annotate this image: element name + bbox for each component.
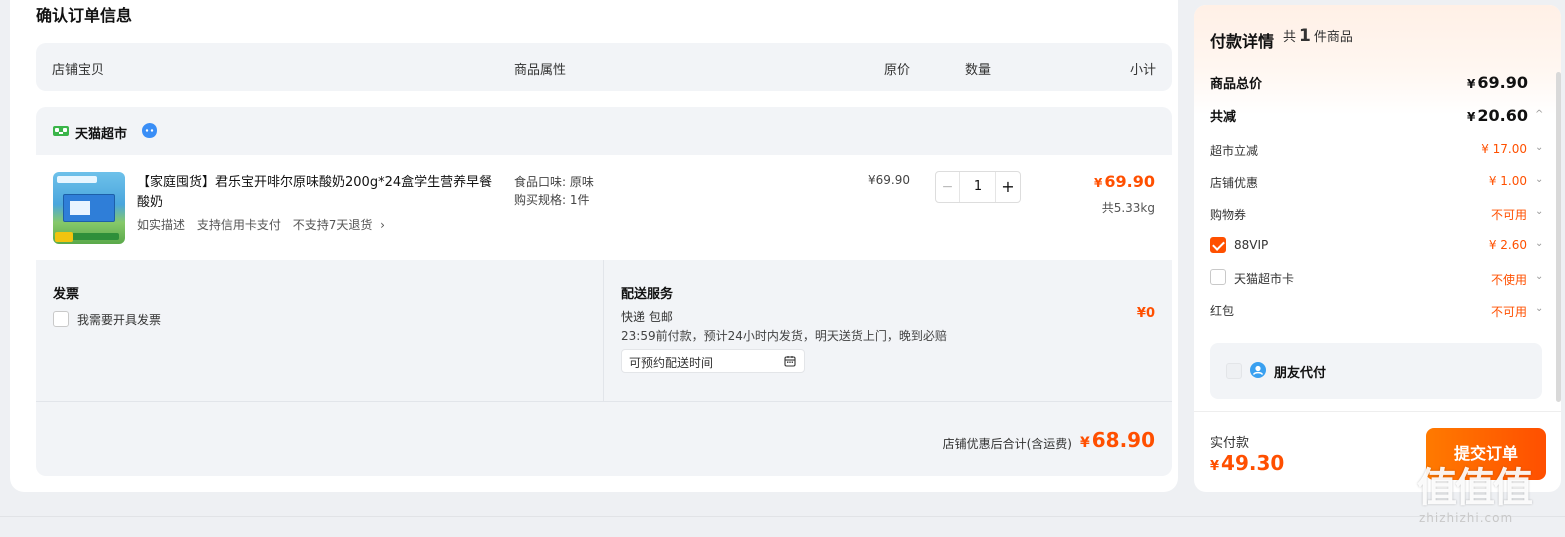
payment-panel: 付款详情 共 1 件商品 商品总价 ¥69.90 共减 ¥20.60 ^ 超市立减 … [1194, 5, 1561, 492]
decrease-button[interactable]: − [936, 172, 960, 202]
shop-total-label: 店铺优惠后合计(含运费) [942, 437, 1072, 451]
total-discount-amount: 20.60 [1477, 106, 1528, 125]
sku-spec: 购买规格: 1件 [514, 193, 590, 207]
delivery-fee: ¥0 [1136, 306, 1155, 321]
shop-total-value: 68.90 [1091, 428, 1155, 452]
invoice-section: 发票 我需要开具发票 [36, 260, 604, 402]
friend-pay-label: 朋友代付 [1274, 366, 1327, 381]
chevron-down-icon[interactable]: ⌄ [1535, 142, 1543, 153]
product-service-tags: 如实描述 支持信用卡支付 不支持7天退货 › [137, 216, 393, 233]
vip-value[interactable]: ¥ 2.60 [1489, 238, 1527, 252]
discount-shop-value[interactable]: ¥ 1.00 [1489, 174, 1527, 188]
chevron-down-icon[interactable]: ⌄ [1535, 303, 1543, 314]
tmall-card-value[interactable]: 不使用 [1491, 271, 1527, 288]
subtotal-value: 69.90 [1104, 172, 1155, 191]
goods-total-amount: 69.90 [1477, 73, 1528, 92]
product-image[interactable] [53, 172, 125, 244]
service-tag: 支持信用卡支付 [196, 218, 281, 232]
delivery-time-label: 可预约配送时间 [629, 356, 714, 370]
pay-divider [1194, 411, 1561, 412]
watermark-url: zhizhizhi.com [1419, 511, 1514, 525]
table-header: 店铺宝贝 商品属性 原价 数量 小计 [36, 43, 1172, 91]
shop-total: ¥68.90 [1080, 428, 1155, 452]
sku-flavor: 食品口味: 原味 [514, 175, 594, 189]
chevron-up-icon[interactable]: ^ [1535, 109, 1543, 120]
currency-symbol: ¥ [1467, 110, 1476, 124]
product-title[interactable]: 【家庭囤货】君乐宝开啡尔原味酸奶200g*24盒学生营养早餐酸奶 [137, 173, 493, 213]
delivery-time-picker[interactable]: 可预约配送时间 [621, 349, 805, 373]
item-row: 【家庭囤货】君乐宝开啡尔原味酸奶200g*24盒学生营养早餐酸奶 如实描述 支持… [36, 155, 1172, 260]
count-prefix: 共 [1283, 30, 1297, 45]
item-weight: 共5.33kg [1101, 201, 1155, 215]
count-suffix: 件商品 [1313, 30, 1353, 45]
invoice-label[interactable]: 我需要开具发票 [77, 311, 161, 328]
friend-pay-option[interactable]: 朋友代付 [1210, 343, 1542, 399]
quantity-stepper: − 1 + [935, 171, 1021, 203]
invoice-title: 发票 [53, 287, 80, 302]
header-orig-price: 原价 [884, 63, 911, 78]
friend-pay-icon [1250, 362, 1266, 378]
shop-name[interactable]: 天猫超市 [75, 123, 127, 142]
service-tag: 如实描述 [137, 218, 186, 232]
currency-symbol: ¥ [1210, 459, 1220, 474]
tmall-card-checkbox[interactable] [1210, 269, 1226, 285]
order-main-card: 确认订单信息 店铺宝贝 商品属性 原价 数量 小计 天猫超市 【家庭囤货】君乐宝… [10, 0, 1178, 492]
page-divider [0, 516, 1565, 517]
actual-pay-amount: 49.30 [1221, 451, 1285, 475]
shop-order-block: 天猫超市 【家庭囤货】君乐宝开啡尔原味酸奶200g*24盒学生营养早餐酸奶 如实… [36, 107, 1172, 476]
goods-total-label: 商品总价 [1210, 77, 1263, 92]
invoice-checkbox[interactable] [53, 311, 69, 327]
actual-pay-label: 实付款 [1210, 436, 1250, 451]
currency-symbol: ¥ [1079, 435, 1090, 451]
red-packet-label: 红包 [1210, 304, 1235, 318]
discount-supermarket-value[interactable]: ¥ 17.00 [1481, 142, 1527, 156]
currency-symbol: ¥ [1467, 77, 1476, 91]
original-price: ¥69.90 [868, 173, 910, 187]
watermark: 值值值 zhizhizhi.com [1417, 455, 1557, 525]
item-subtotal: ¥69.90 [1094, 172, 1155, 191]
chat-icon[interactable] [141, 122, 158, 139]
total-discount-value[interactable]: ¥20.60 [1467, 106, 1528, 125]
watermark-logo: 值值值 [1417, 465, 1533, 511]
shop-header: 天猫超市 [36, 107, 1172, 155]
item-count: 共 1 件商品 [1283, 26, 1353, 46]
currency-symbol: ¥ [1094, 176, 1103, 190]
calendar-icon [784, 356, 796, 367]
coupon-value[interactable]: 不可用 [1491, 206, 1527, 223]
page-title: 确认订单信息 [36, 6, 133, 25]
vip-label[interactable]: 88VIP [1234, 238, 1268, 252]
discount-supermarket-label: 超市立减 [1210, 144, 1259, 158]
quantity-input[interactable]: 1 [961, 172, 995, 202]
chevron-down-icon[interactable]: ⌄ [1535, 238, 1543, 249]
delivery-note: 23:59前付款，预计24小时内发货，明天送货上门，晚到必赔 [621, 329, 947, 343]
header-quantity: 数量 [965, 63, 992, 78]
chevron-right-icon[interactable]: › [380, 218, 385, 232]
actual-pay-value: ¥49.30 [1210, 451, 1284, 475]
header-attributes: 商品属性 [514, 63, 567, 78]
vip-checkbox[interactable] [1210, 237, 1226, 253]
panel-gradient [1194, 5, 1561, 115]
delivery-section: 配送服务 快递 包邮 23:59前付款，预计24小时内发货，明天送货上门，晚到必… [604, 260, 1172, 402]
payment-title: 付款详情 [1210, 32, 1275, 51]
panel-scrollbar[interactable] [1556, 72, 1561, 402]
count-value: 1 [1299, 26, 1311, 46]
service-tag[interactable]: 不支持7天退货 [293, 218, 373, 232]
goods-total-value: ¥69.90 [1467, 73, 1528, 92]
delivery-title: 配送服务 [621, 287, 674, 302]
red-packet-value[interactable]: 不可用 [1491, 303, 1527, 320]
tmall-card-label[interactable]: 天猫超市卡 [1234, 270, 1294, 287]
chevron-down-icon[interactable]: ⌄ [1535, 206, 1543, 217]
header-subtotal: 小计 [1129, 63, 1156, 78]
header-shop-item: 店铺宝贝 [52, 63, 105, 78]
increase-button[interactable]: + [995, 172, 1020, 202]
friend-pay-checkbox[interactable] [1226, 363, 1242, 379]
chevron-down-icon[interactable]: ⌄ [1535, 174, 1543, 185]
tmall-logo-icon [53, 126, 69, 136]
coupon-label: 购物券 [1210, 208, 1247, 222]
delivery-method: 快递 包邮 [621, 310, 673, 324]
chevron-down-icon[interactable]: ⌄ [1535, 271, 1543, 282]
total-discount-label[interactable]: 共减 [1210, 106, 1236, 125]
discount-shop-label: 店铺优惠 [1210, 176, 1259, 190]
sku-info: 食品口味: 原味 购买规格: 1件 [514, 173, 594, 209]
